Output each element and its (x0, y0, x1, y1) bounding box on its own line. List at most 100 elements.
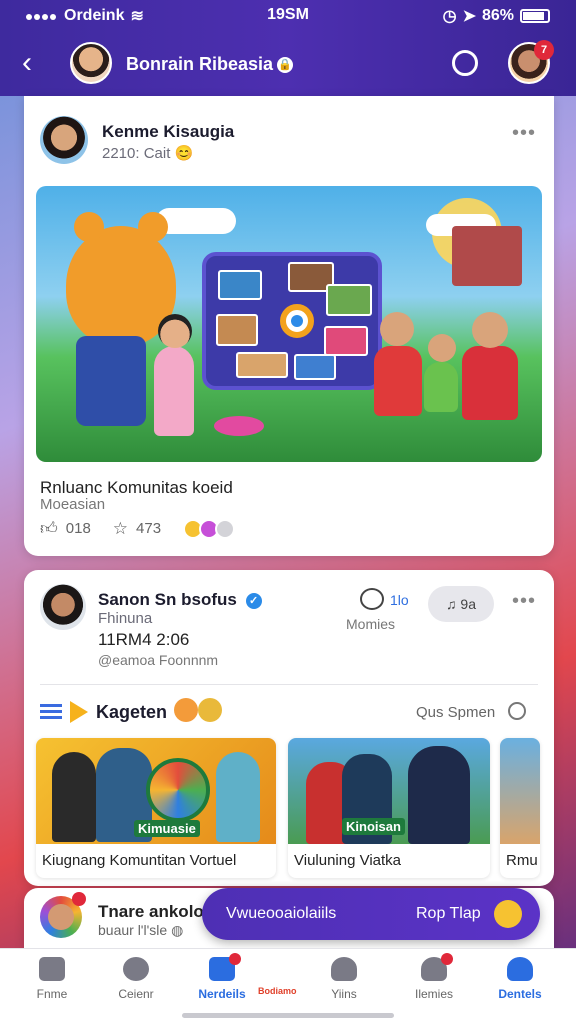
search-icon (123, 957, 149, 981)
photo-thumb (324, 326, 368, 356)
alarm-icon: ◷ (442, 8, 457, 25)
wheel-illustration (146, 758, 210, 822)
person-head (428, 334, 456, 362)
page-title: Bonrain Ribeasia 🔒 (126, 54, 294, 75)
tab-profile[interactable]: Dentels (480, 957, 560, 1001)
bottom-navigation: Fnme Ceienr Nerdeils Bodiamo Yiins Ilemi… (0, 948, 576, 1024)
globe-icon: ◍ (171, 922, 184, 938)
audio-pill-button[interactable]: ♫ 9a (428, 586, 494, 622)
more-options-button[interactable]: ••• (512, 122, 536, 145)
comment-icon[interactable] (360, 588, 384, 610)
person-illustration (424, 362, 458, 412)
add-icon[interactable] (508, 702, 526, 720)
nav-bar: ‹ Bonrain Ribeasia 🔒 7 (0, 40, 576, 88)
home-indicator[interactable] (182, 1013, 394, 1018)
group-icon (421, 953, 453, 981)
post-date: 11RM4 2:06 (98, 630, 190, 649)
tab-friends[interactable]: Yiins (304, 957, 384, 1001)
star-count: 473 (136, 520, 162, 537)
post-meta: 2210: Cait 😊 (102, 144, 193, 162)
tab-label: Fnme (36, 987, 68, 1001)
page-title-text: Bonrain Ribeasia (126, 54, 274, 74)
person-illustration (52, 752, 96, 842)
star-icon[interactable]: ☆ (113, 519, 128, 539)
emoji-icon (198, 698, 222, 722)
tab-groups[interactable]: Ilemies (394, 953, 474, 1001)
play-icon (70, 701, 88, 723)
post-image[interactable] (36, 186, 542, 462)
divider (40, 684, 538, 685)
comment-count: 1lo (390, 592, 409, 608)
tab-home[interactable]: Fnme (12, 957, 92, 1001)
trend-label: Bodiamo (258, 986, 297, 996)
author-name-text: Sanon Sn bsofus (98, 590, 237, 609)
fish-illustration (214, 416, 264, 436)
cta-right-label: Rop Tlap (416, 905, 481, 922)
tab-label: Yiins (331, 987, 357, 1001)
reactions[interactable] (183, 518, 236, 539)
post-meta: buaur l'l'sle ◍ (98, 922, 183, 939)
child-illustration (154, 314, 194, 436)
like-icon[interactable]: 👍︎ (40, 518, 58, 539)
back-button[interactable]: ‹ (22, 48, 32, 78)
bear-body-illustration (76, 336, 146, 426)
tab-label: Dentels (498, 987, 542, 1001)
battery-icon (520, 9, 550, 23)
music-icon: ♫ (446, 596, 457, 612)
tab-search[interactable]: Ceienr (96, 957, 176, 1001)
status-bar: Ordeink ≋ 19SM ◷ ➤ 86% (0, 6, 576, 26)
verified-icon: ✓ (245, 592, 262, 609)
person-head (472, 312, 508, 348)
post-subtitle: Moeasian (40, 496, 106, 513)
video-title: Rmu (506, 852, 538, 869)
profile-avatar-button[interactable]: 7 (508, 40, 554, 84)
video-thumbnail (500, 738, 540, 844)
see-all-link[interactable]: Qus Spmen (416, 704, 495, 721)
post-handle: @eamoa Foonnnm (98, 652, 219, 668)
post-actions: 👍︎ 018 ☆ 473 (40, 518, 236, 539)
like-count: 018 (65, 520, 91, 537)
person-head (380, 312, 414, 346)
emoji-icon (494, 900, 522, 928)
video-card[interactable]: Rmu (500, 738, 540, 878)
post-meta-text: buaur l'l'sle (98, 922, 168, 938)
group-avatar[interactable] (70, 42, 112, 84)
person-illustration (216, 752, 260, 842)
add-react-icon (215, 518, 236, 539)
video-tag: Kinoisan (342, 818, 405, 835)
photo-thumb (236, 352, 288, 378)
search-button[interactable] (452, 50, 478, 76)
audio-pill-label: 9a (460, 596, 476, 612)
notification-dot (441, 953, 453, 965)
app-header: Ordeink ≋ 19SM ◷ ➤ 86% ‹ Bonrain Ribeasi… (0, 0, 576, 96)
tab-news[interactable]: Nerdeils (182, 953, 262, 1001)
battery-percent: 86% (481, 7, 514, 24)
lock-icon: 🔒 (277, 57, 294, 74)
author-avatar[interactable] (40, 116, 88, 164)
video-thumbnail: Kinoisan (288, 738, 490, 844)
video-thumbnail: Kimuasie (36, 738, 276, 844)
profile-icon (507, 957, 533, 981)
photo-thumb (216, 314, 258, 346)
floating-action-button[interactable]: Vwueooaiolaiils Rop Tlap (202, 888, 540, 940)
notification-dot (72, 892, 86, 906)
cloud-illustration (156, 208, 236, 234)
author-avatar[interactable] (40, 584, 86, 630)
tab-label: Ilemies (414, 987, 453, 1001)
comment-label: Momies (346, 616, 396, 632)
notification-dot (229, 953, 241, 965)
author-name[interactable]: Sanon Sn bsofus ✓ (98, 590, 262, 610)
photo-thumb (218, 270, 262, 300)
more-options-button[interactable]: ••• (512, 590, 536, 613)
video-tag: Kimuasie (134, 820, 200, 837)
author-name[interactable]: Kenme Kisaugia (102, 122, 234, 142)
emoji-icon (174, 698, 198, 722)
video-card[interactable]: Kimuasie Kiugnang Komuntitan Vortuel (36, 738, 276, 878)
newspaper-icon (209, 953, 241, 981)
author-name[interactable]: Tnare ankolor (98, 902, 210, 922)
photo-gallery-illustration (202, 252, 382, 390)
tab-label: Ceienr (118, 987, 154, 1001)
smile-emoji-icon: 😊 (174, 145, 194, 162)
person-illustration (374, 346, 422, 416)
video-card[interactable]: Kinoisan Viuluning Viatka (288, 738, 490, 878)
